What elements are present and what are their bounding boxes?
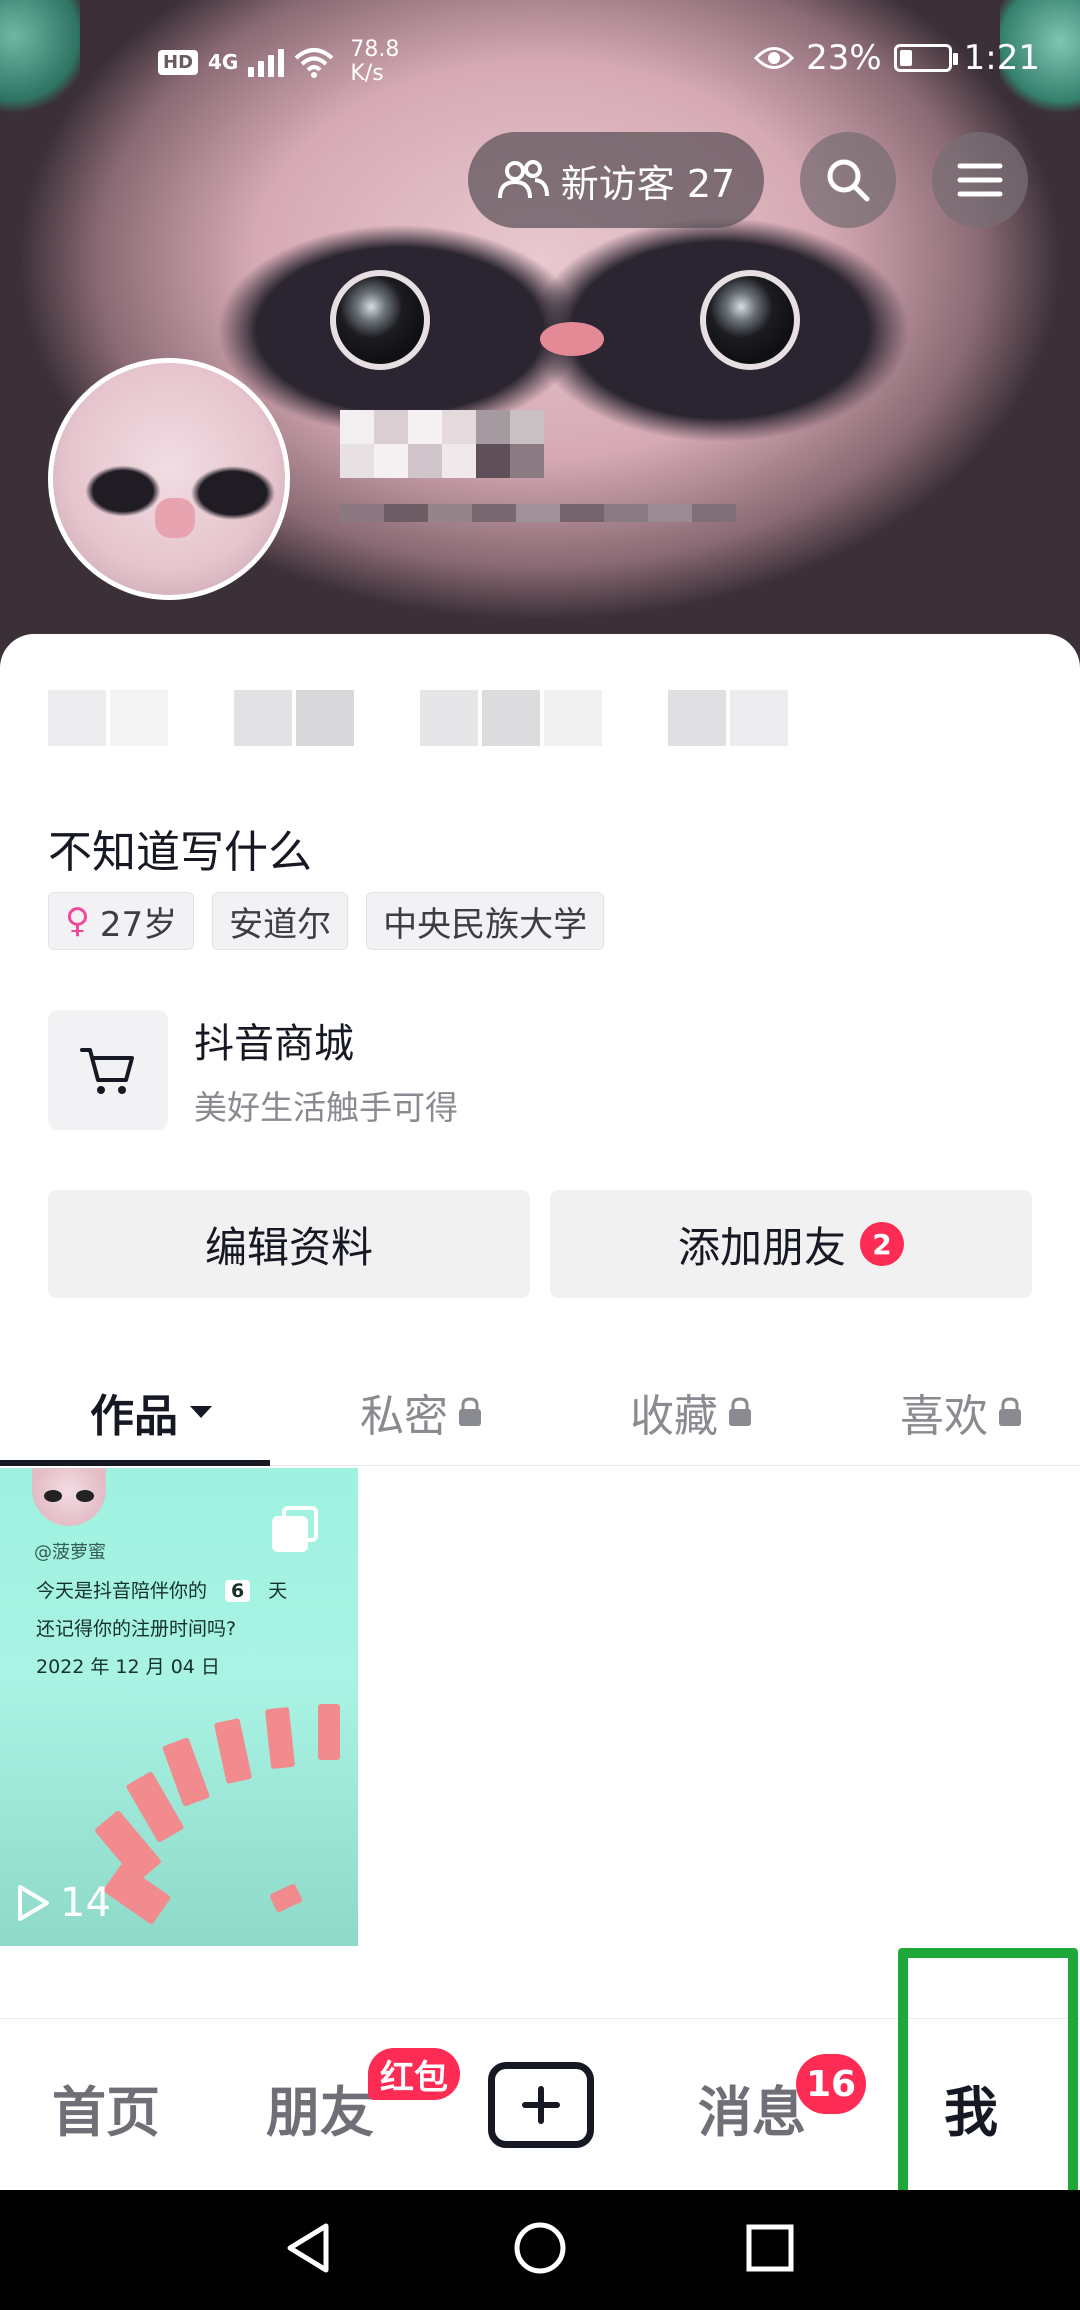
- search-icon: [827, 159, 870, 202]
- profile-bio: 不知道写什么: [48, 827, 312, 878]
- female-icon: ♀: [65, 901, 90, 941]
- home-icon[interactable]: [512, 2220, 568, 2276]
- play-count-value: 14: [60, 1880, 111, 1926]
- avatar-detail: [155, 498, 195, 538]
- thumbnail-line-3: 2022 年 12 月 04 日: [36, 1656, 220, 1678]
- tab-private[interactable]: 私密: [360, 1360, 482, 1464]
- signature-redacted: [48, 690, 788, 746]
- play-icon: [18, 1885, 49, 1921]
- menu-button[interactable]: [932, 132, 1028, 228]
- lock-icon: [729, 1397, 751, 1426]
- clock: 1:21: [963, 38, 1040, 78]
- back-icon[interactable]: [282, 2220, 334, 2276]
- create-button[interactable]: [488, 2062, 594, 2148]
- age-label: 27岁: [99, 904, 178, 945]
- username-redacted: [340, 410, 544, 478]
- add-friend-button[interactable]: 添加朋友 2: [550, 1190, 1032, 1298]
- thumbnail-avatar: [32, 1468, 106, 1526]
- thumbnail-decoration: [264, 1706, 296, 1770]
- speed-unit: K/s: [350, 61, 384, 86]
- profile-tags: ♀ 27岁 安道尔 中央民族大学: [48, 892, 605, 950]
- network-type: 4G: [208, 50, 239, 74]
- status-right: 23% 1:21: [754, 38, 1040, 78]
- add-friend-label: 添加朋友: [677, 1222, 846, 1272]
- shop-title: 抖音商城: [194, 1021, 354, 1067]
- eye-icon: [754, 47, 795, 69]
- thumbnail-day-count: 6: [225, 1580, 251, 1602]
- speed-value: 78.8: [350, 37, 400, 62]
- content-tabs: 作品 私密 收藏 喜欢: [0, 1360, 1080, 1466]
- battery-icon: [893, 44, 958, 72]
- location-tag: 安道尔: [212, 892, 349, 950]
- battery-percent: 23%: [806, 38, 882, 78]
- friends-red-packet-badge: 红包: [368, 2048, 460, 2100]
- nav-messages[interactable]: 消息: [698, 2068, 806, 2147]
- tab-favorites-label: 收藏: [630, 1391, 718, 1442]
- edit-profile-button[interactable]: 编辑资料: [48, 1190, 530, 1298]
- wifi-icon: [295, 48, 334, 78]
- shop-subtitle: 美好生活触手可得: [194, 1088, 458, 1127]
- thumbnail-line-1-prefix: 今天是抖音陪伴你的: [36, 1580, 208, 1602]
- plus-icon: [522, 2086, 560, 2124]
- signal-icon: [248, 47, 285, 77]
- network-speed: 78.8 K/s: [350, 38, 399, 86]
- status-bar: HD 4G 78.8 K/s 23% 1:21: [0, 0, 1080, 120]
- school-label: 中央民族大学: [383, 904, 588, 945]
- avatar[interactable]: [48, 358, 290, 600]
- thumbnail-decoration: [269, 1883, 303, 1913]
- cover-eye: [700, 270, 800, 370]
- thumbnail-handle: @菠萝蜜: [34, 1542, 106, 1563]
- nav-home[interactable]: 首页: [52, 2068, 160, 2147]
- menu-icon: [957, 163, 1003, 197]
- tab-works[interactable]: 作品: [90, 1360, 214, 1464]
- people-icon: [497, 160, 549, 199]
- thumbnail-decoration: [318, 1704, 340, 1760]
- location-label: 安道尔: [229, 904, 332, 945]
- status-left: HD 4G 78.8 K/s: [158, 38, 399, 86]
- shop-text: 抖音商城 美好生活触手可得: [194, 1011, 458, 1129]
- add-friend-count-badge: 2: [860, 1222, 904, 1266]
- cart-icon: [80, 1048, 134, 1094]
- user-id-redacted: [340, 504, 736, 522]
- lock-icon: [999, 1397, 1021, 1426]
- search-button[interactable]: [800, 132, 896, 228]
- shop-entry[interactable]: 抖音商城 美好生活触手可得: [48, 1010, 458, 1130]
- shop-icon-box: [48, 1010, 168, 1130]
- thumbnail-line-1-suffix: 天: [268, 1580, 288, 1602]
- thumbnail-line-1: 今天是抖音陪伴你的 6 天: [36, 1576, 287, 1603]
- thumbnail-decoration: [161, 1737, 211, 1807]
- edit-profile-label: 编辑资料: [204, 1222, 373, 1272]
- age-tag: ♀ 27岁: [48, 892, 195, 950]
- collection-icon: [272, 1506, 318, 1552]
- highlight-box: [898, 1948, 1078, 2208]
- thumbnail-decoration: [213, 1717, 253, 1785]
- cover-eye: [330, 270, 430, 370]
- nav-friends[interactable]: 朋友: [266, 2068, 374, 2147]
- caret-down-icon: [190, 1406, 212, 1418]
- cover-nose: [540, 322, 604, 356]
- tab-works-label: 作品: [90, 1391, 178, 1442]
- lock-icon: [459, 1397, 481, 1426]
- hd-badge: HD: [158, 49, 199, 75]
- play-count: 14: [16, 1880, 111, 1926]
- thumbnail-line-2: 还记得你的注册时间吗?: [36, 1618, 237, 1640]
- tab-private-label: 私密: [360, 1391, 448, 1442]
- recents-icon[interactable]: [744, 2220, 796, 2276]
- messages-count-badge: 16: [796, 2054, 866, 2114]
- new-visitors-label: 新访客 27: [560, 161, 736, 206]
- new-visitors-button[interactable]: 新访客 27: [468, 132, 764, 228]
- tab-likes-label: 喜欢: [900, 1391, 988, 1442]
- tab-likes[interactable]: 喜欢: [900, 1360, 1022, 1464]
- active-tab-indicator: [0, 1460, 270, 1466]
- school-tag[interactable]: 中央民族大学: [366, 892, 605, 950]
- tab-favorites[interactable]: 收藏: [630, 1360, 752, 1464]
